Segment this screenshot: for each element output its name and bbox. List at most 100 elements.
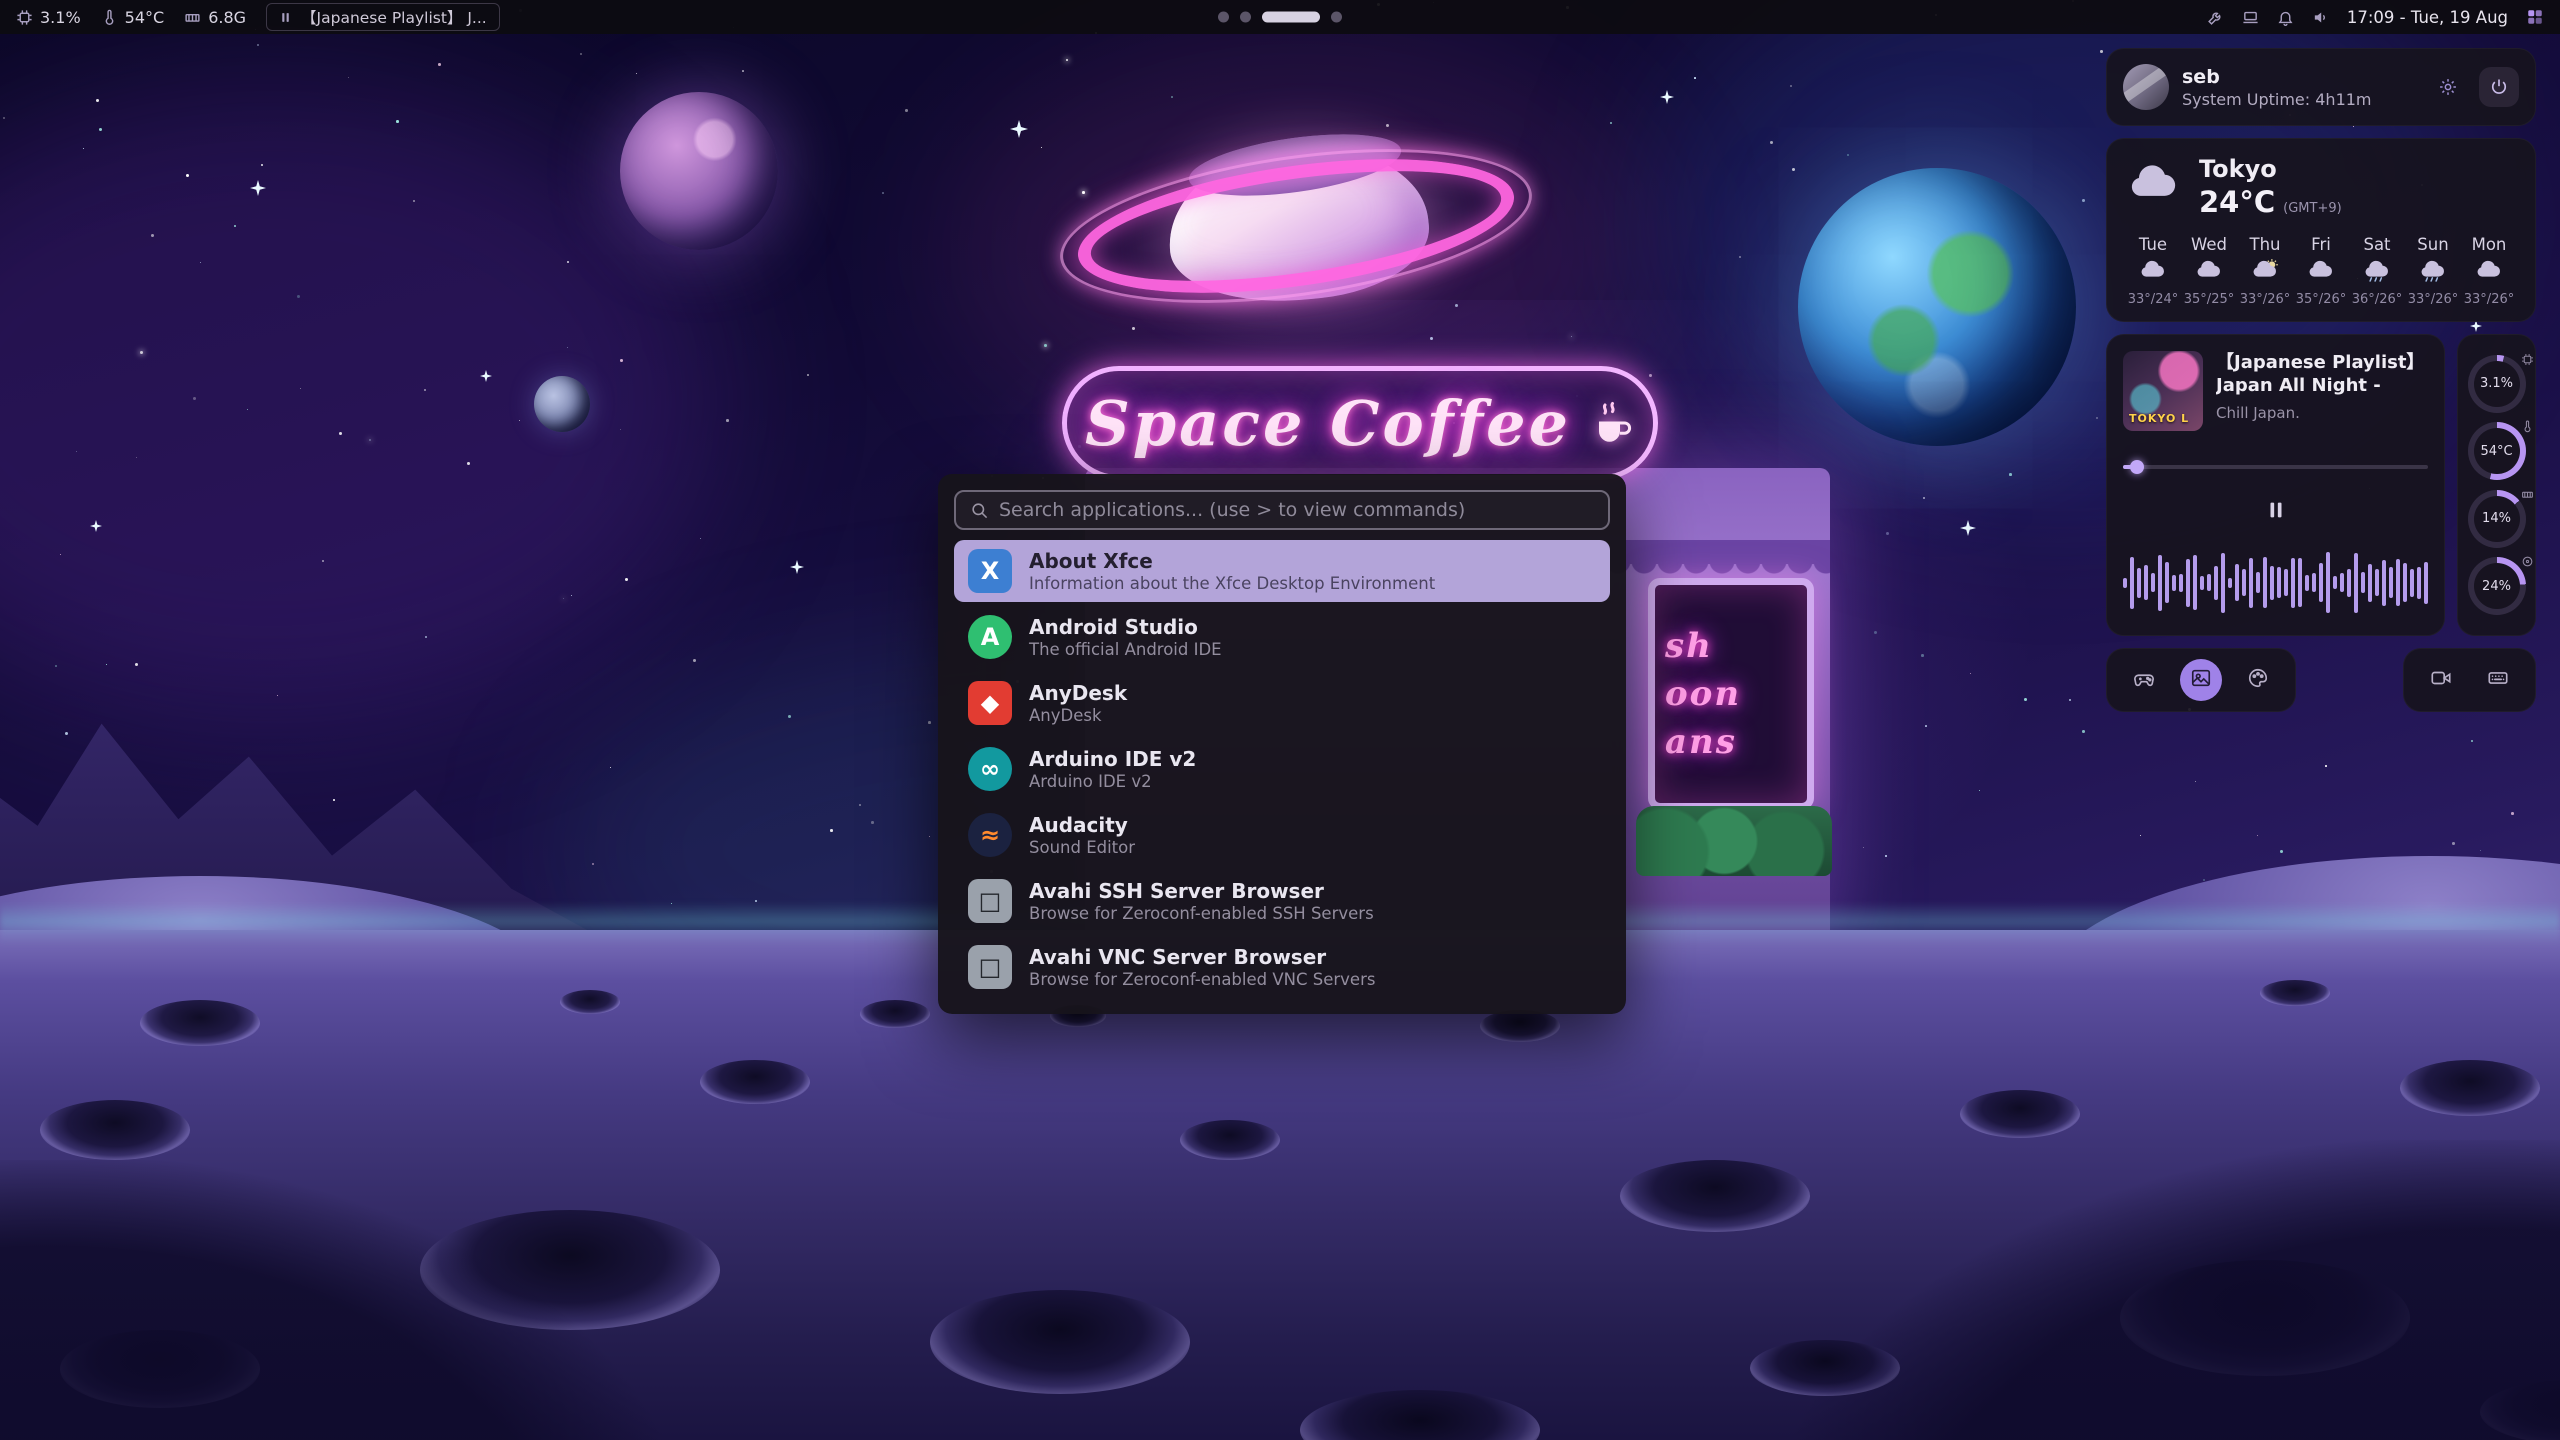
app-grid-tray-item[interactable] [2526,8,2544,26]
workspace-1[interactable] [1218,12,1229,23]
workspace-indicators [1218,12,1342,23]
app-row-avahi-vnc-server-browser[interactable]: □Avahi VNC Server BrowserBrowse for Zero… [954,936,1610,998]
screenshot-button[interactable] [2180,659,2222,701]
quick-actions-right [2403,648,2536,712]
palette-button[interactable] [2237,659,2279,701]
app-title: About Xfce [1029,549,1435,574]
forecast-temps: 33°/26° [2464,292,2514,307]
progress-knob[interactable] [2130,460,2144,474]
crater [2260,980,2330,1006]
visualizer-bar [2277,567,2281,598]
workspace-3-active[interactable] [1262,12,1320,23]
album-art: TOKYO L [2123,351,2203,431]
app-row-avahi-ssh-server-browser[interactable]: □Avahi SSH Server BrowserBrowse for Zero… [954,870,1610,932]
track-progress[interactable] [2123,460,2428,474]
gauge-temp: 54°C [2468,422,2526,480]
forecast-day: Sun [2417,235,2448,254]
power-button[interactable] [2479,67,2519,107]
volume-tray-item[interactable] [2312,9,2329,26]
visualizer-bar [2144,565,2148,600]
speaker-icon [2312,9,2329,26]
power-icon [2489,77,2509,97]
now-playing-widget[interactable]: 【Japanese Playlist】 J... [266,3,500,31]
app-row-about-xfce[interactable]: XAbout XfceInformation about the Xfce De… [954,540,1610,602]
pause-button[interactable] [2258,492,2294,528]
crater [1180,1120,1280,1160]
anydesk-icon: ◆ [968,681,1012,725]
temperature-value: 54°C [125,8,165,27]
visualizer-bar [2137,568,2141,598]
tools-tray-item[interactable] [2207,9,2224,26]
memory-indicator[interactable]: 6.8G [184,8,246,27]
settings-button[interactable] [2430,69,2466,105]
memory-icon [2521,486,2534,505]
app-desc: Sound Editor [1029,838,1135,858]
forecast-day: Sat [2363,235,2390,254]
visualizer-bar [2123,578,2127,588]
screenshot-icon [2190,667,2212,693]
workspace-2[interactable] [1240,12,1251,23]
clock[interactable]: 17:09 - Tue, 19 Aug [2347,8,2508,27]
track-artist: Chill Japan. [2216,404,2428,422]
visualizer-bar [2228,578,2232,588]
cpu-usage-indicator[interactable]: 3.1% [16,8,81,27]
visualizer-bar [2375,569,2379,596]
laptop-icon [2242,9,2259,26]
search-input[interactable] [999,499,1594,521]
visualizer-bar [2417,567,2421,599]
visualizer-bar [2312,573,2316,592]
forecast-temps: 35°/26° [2296,292,2346,307]
cpu-icon [2521,351,2534,370]
workspace-4[interactable] [1331,12,1342,23]
visualizer-bar [2270,566,2274,600]
cloud-icon [2194,259,2224,287]
avahi-ssh-server-browser-icon: □ [968,879,1012,923]
visualizer-bar [2326,552,2330,613]
keyboard-button[interactable] [2477,659,2519,701]
pause-icon [279,11,292,24]
weather-card: Tokyo 24°C (GMT+9) Tue33°/24°Wed35°/25°T… [2106,138,2536,322]
search-bar[interactable] [954,490,1610,530]
cpu-icon [16,9,33,26]
display-tray-item[interactable] [2242,9,2259,26]
avatar[interactable] [2123,64,2169,110]
temperature-indicator[interactable]: 54°C [101,8,165,27]
cloud-icon [2138,259,2168,287]
app-row-arduino-ide-v2[interactable]: ∞Arduino IDE v2Arduino IDE v2 [954,738,1610,800]
app-row-android-studio[interactable]: AAndroid StudioThe official Android IDE [954,606,1610,668]
forecast-thu: Thu33°/26° [2237,235,2293,307]
controller-icon [2133,667,2155,693]
crater [1960,1090,2080,1138]
rain-icon [2418,259,2448,287]
quick-actions-left [2106,648,2296,712]
app-row-anydesk[interactable]: ◆AnyDeskAnyDesk [954,672,1610,734]
cloud-icon [2474,259,2504,287]
search-icon [970,501,989,520]
video-button[interactable] [2420,659,2462,701]
forecast-temps: 33°/24° [2128,292,2178,307]
weather-cloud-icon [2125,162,2183,212]
video-icon [2430,667,2452,693]
app-row-audacity[interactable]: ≈AudacitySound Editor [954,804,1610,866]
controller-button[interactable] [2123,659,2165,701]
visualizer-bar [2151,573,2155,592]
weather-temp: 24°C [2199,185,2275,219]
crater [40,1100,190,1160]
now-playing-text: 【Japanese Playlist】 J... [301,6,487,28]
forecast-wed: Wed35°/25° [2181,235,2237,307]
pause-icon [2265,499,2287,521]
visualizer-bar [2158,555,2162,611]
visualizer-bar [2382,560,2386,606]
notifications-tray-item[interactable] [2277,9,2294,26]
visualizer-bar [2249,558,2253,608]
app-launcher: XAbout XfceInformation about the Xfce De… [938,474,1626,1014]
app-desc: Information about the Xfce Desktop Envir… [1029,574,1435,594]
crater [860,1000,930,1028]
app-desc: AnyDesk [1029,706,1127,726]
app-list: XAbout XfceInformation about the Xfce De… [954,540,1610,998]
forecast-tue: Tue33°/24° [2125,235,2181,307]
top-bar: 3.1% 54°C 6.8G 【Japanese Playlist】 J... [0,0,2560,34]
visualizer-bar [2186,559,2190,607]
forecast-sat: Sat36°/26° [2349,235,2405,307]
visualizer-bar [2172,575,2176,591]
